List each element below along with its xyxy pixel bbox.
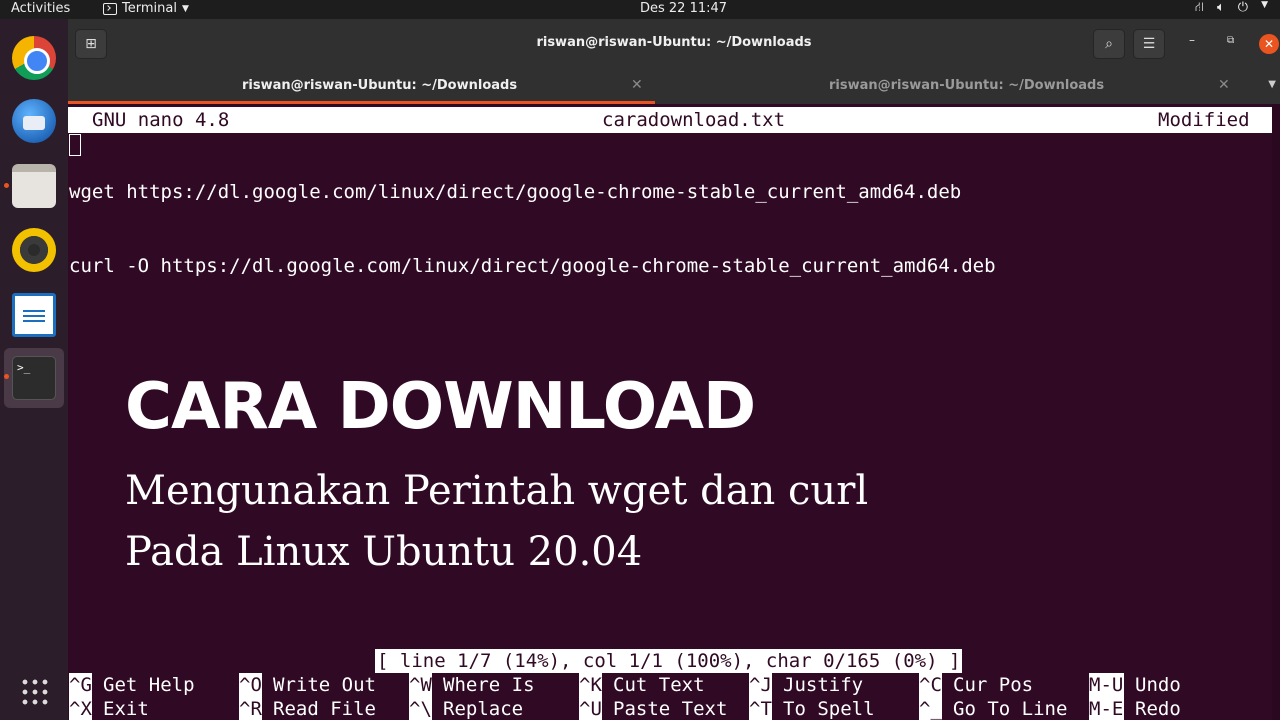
- close-tab-icon[interactable]: ✕: [631, 77, 643, 93]
- terminal-glyph: >_: [17, 361, 31, 374]
- close-tab-icon[interactable]: ✕: [1218, 77, 1230, 93]
- chrome-icon[interactable]: [12, 36, 56, 80]
- shortcut-exit[interactable]: ^X Exit: [69, 697, 149, 720]
- shortcut-key: ^C: [919, 673, 942, 697]
- shortcut-replace[interactable]: ^\ Replace: [409, 697, 523, 720]
- shortcut-write-out[interactable]: ^O Write Out: [239, 673, 376, 697]
- shortcut-label: Exit: [103, 698, 149, 720]
- overlay-headline: CARA DOWNLOAD: [125, 370, 756, 444]
- tab-bar: riswan@riswan-Ubuntu: ~/Downloads ✕ risw…: [68, 67, 1280, 104]
- shortcut-key: ^G: [69, 673, 92, 697]
- menu-caret-icon[interactable]: ▼: [1261, 0, 1268, 17]
- shortcut-go-to-line[interactable]: ^_ Go To Line: [919, 697, 1067, 720]
- editor-line-wget[interactable]: wget https://dl.google.com/linux/direct/…: [69, 181, 961, 203]
- shortcut-get-help[interactable]: ^G Get Help: [69, 673, 195, 697]
- shortcut-label: Undo: [1135, 674, 1181, 696]
- shortcut-justify[interactable]: ^J Justify: [749, 673, 863, 697]
- shortcut-label: Cut Text: [613, 674, 705, 696]
- files-icon[interactable]: [12, 164, 56, 208]
- chevron-down-icon: ▼: [181, 3, 189, 14]
- shortcut-key: ^\: [409, 697, 432, 720]
- volume-icon[interactable]: 🔈︎: [1217, 0, 1225, 17]
- terminal-scrollbar[interactable]: [1272, 104, 1280, 720]
- close-icon[interactable]: ✕: [1259, 34, 1279, 54]
- shortcut-key: ^T: [749, 697, 772, 720]
- shortcut-redo[interactable]: M-E Redo: [1089, 697, 1181, 720]
- terminal-icon[interactable]: >_: [12, 356, 56, 400]
- thunderbird-icon[interactable]: [12, 99, 56, 143]
- network-icon[interactable]: ⛙: [1195, 0, 1204, 17]
- shortcut-label: Where Is: [443, 674, 535, 696]
- tab-list-icon[interactable]: ▼: [1268, 79, 1276, 90]
- text-cursor: [69, 134, 81, 156]
- top-bar: Activities Terminal ▼ Des 22 11:47 ⛙ 🔈︎ …: [0, 0, 1280, 19]
- shortcut-label: Redo: [1135, 698, 1181, 720]
- shortcut-key: M-U: [1089, 673, 1124, 697]
- system-tray[interactable]: ⛙ 🔈︎ ⏻ ▼: [1195, 0, 1268, 17]
- shortcut-key: ^K: [579, 673, 602, 697]
- show-applications-icon[interactable]: [20, 677, 49, 706]
- minimize-icon[interactable]: –: [1189, 33, 1195, 47]
- writer-icon[interactable]: [12, 293, 56, 337]
- nano-title-bar: GNU nano 4.8 caradownload.txt Modified: [68, 107, 1272, 133]
- shortcut-label: Justify: [783, 674, 864, 696]
- nano-status-bar: [ line 1/7 (14%), col 1/1 (100%), char 0…: [375, 649, 963, 673]
- shortcut-read-file[interactable]: ^R Read File: [239, 697, 376, 720]
- shortcut-key: ^X: [69, 697, 92, 720]
- shortcut-undo[interactable]: M-U Undo: [1089, 673, 1181, 697]
- shortcut-cur-pos[interactable]: ^C Cur Pos: [919, 673, 1033, 697]
- clock[interactable]: Des 22 11:47: [640, 1, 727, 16]
- shortcut-label: Go To Line: [953, 698, 1068, 720]
- shortcut-label: Paste Text: [613, 698, 728, 720]
- power-icon[interactable]: ⏻: [1238, 0, 1248, 17]
- nano-filename: caradownload.txt: [602, 109, 786, 131]
- tab-1[interactable]: riswan@riswan-Ubuntu: ~/Downloads ✕: [68, 67, 655, 104]
- shortcut-label: Cur Pos: [953, 674, 1034, 696]
- rhythmbox-icon[interactable]: [12, 228, 56, 272]
- shortcut-label: Get Help: [103, 674, 195, 696]
- activities-button[interactable]: Activities: [11, 1, 70, 16]
- running-indicator: [4, 183, 9, 188]
- shortcut-where-is[interactable]: ^W Where Is: [409, 673, 535, 697]
- running-indicator: [4, 374, 9, 379]
- shortcut-label: To Spell: [783, 698, 875, 720]
- shortcut-label: Replace: [443, 698, 524, 720]
- shortcut-paste-text[interactable]: ^U Paste Text: [579, 697, 727, 720]
- shortcut-key: ^W: [409, 673, 432, 697]
- app-menu[interactable]: Terminal ▼: [103, 1, 189, 16]
- shortcut-key: ^J: [749, 673, 772, 697]
- shortcut-to-spell[interactable]: ^T To Spell: [749, 697, 875, 720]
- overlay-subtitle-1: Mengunakan Perintah wget dan curl: [125, 468, 869, 514]
- shortcut-key: ^O: [239, 673, 262, 697]
- hamburger-menu-icon[interactable]: ☰: [1133, 29, 1165, 59]
- terminal-app-icon: [103, 2, 117, 15]
- tab-label: riswan@riswan-Ubuntu: ~/Downloads: [242, 78, 518, 93]
- dock: >_: [0, 19, 68, 720]
- shortcut-key: ^U: [579, 697, 602, 720]
- search-icon[interactable]: ⌕: [1093, 29, 1125, 59]
- tab-label: riswan@riswan-Ubuntu: ~/Downloads: [829, 78, 1105, 93]
- shortcut-key: ^R: [239, 697, 262, 720]
- tab-2[interactable]: riswan@riswan-Ubuntu: ~/Downloads ✕: [655, 67, 1255, 104]
- overlay-subtitle-2: Pada Linux Ubuntu 20.04: [125, 529, 643, 575]
- nano-modified-state: Modified: [1158, 109, 1250, 131]
- nano-version: GNU nano 4.8: [92, 109, 230, 131]
- editor-line-curl[interactable]: curl -O https://dl.google.com/linux/dire…: [69, 255, 996, 277]
- shortcut-key: M-E: [1089, 697, 1124, 720]
- shortcut-label: Read File: [273, 698, 376, 720]
- shortcut-key: ^_: [919, 697, 942, 720]
- window-header: ⊞ riswan@riswan-Ubuntu: ~/Downloads ⌕ ☰ …: [68, 19, 1280, 67]
- shortcut-label: Write Out: [273, 674, 376, 696]
- app-menu-label: Terminal: [122, 1, 177, 16]
- restore-icon[interactable]: ⧉: [1227, 35, 1234, 46]
- shortcut-cut-text[interactable]: ^K Cut Text: [579, 673, 705, 697]
